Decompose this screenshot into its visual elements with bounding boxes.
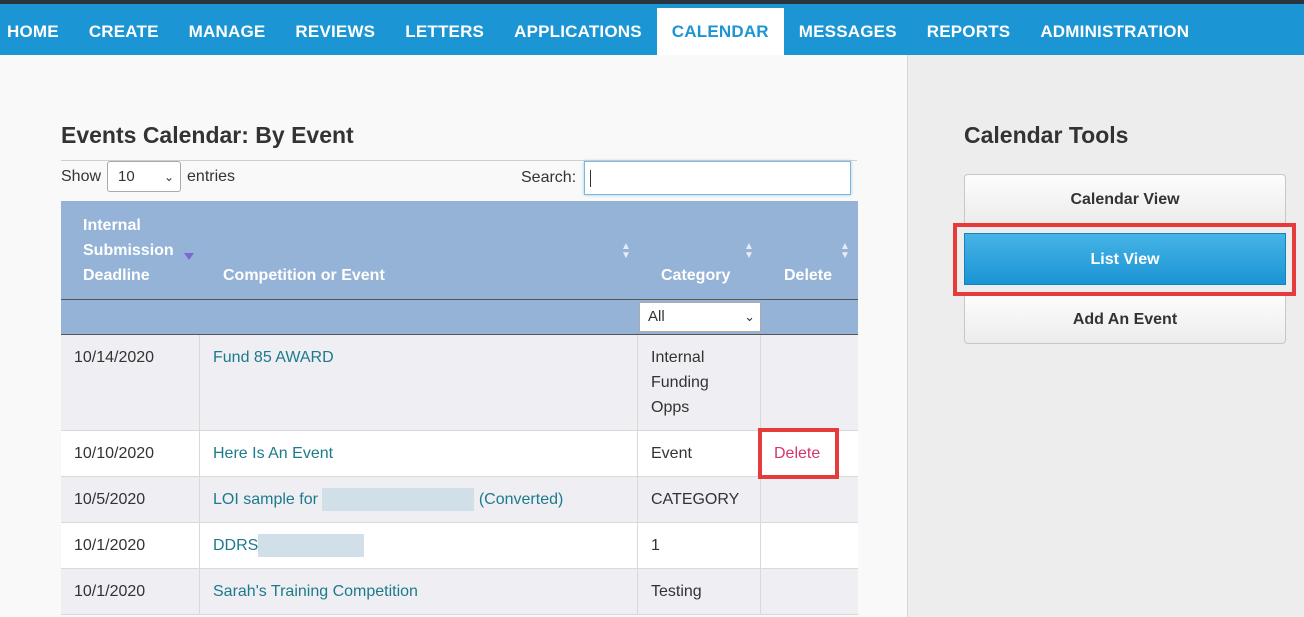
cell-event: Here Is An Event	[200, 431, 638, 476]
entries-label: entries	[187, 167, 236, 185]
nav-create[interactable]: CREATE	[74, 8, 174, 59]
nav-manage[interactable]: MANAGE	[174, 8, 281, 59]
entries-length-control: Show 10 ⌄ entries	[61, 161, 235, 192]
cell-event: Sarah's Training Competition	[200, 569, 638, 614]
redacted-text	[258, 534, 365, 558]
header-category[interactable]: Category	[661, 263, 730, 288]
table-row: 10/5/2020 LOI sample for (Converted) CAT…	[61, 477, 858, 523]
event-link[interactable]: Here Is An Event	[213, 445, 333, 462]
search-input[interactable]	[584, 161, 852, 195]
sort-both-icon: ▲ ▼	[840, 241, 850, 261]
redacted-text	[322, 488, 475, 512]
nav-applications[interactable]: APPLICATIONS	[499, 8, 657, 59]
events-table: Internal Submission Deadline Competition…	[61, 201, 858, 615]
sort-both-icon: ▲ ▼	[621, 241, 631, 261]
cell-delete	[761, 569, 858, 614]
text-caret	[590, 170, 592, 187]
nav-reviews[interactable]: REVIEWS	[280, 8, 390, 59]
event-link[interactable]: Sarah's Training Competition	[213, 583, 418, 600]
highlight-box-delete	[758, 428, 839, 479]
entries-length-select[interactable]: 10 ⌄	[107, 161, 182, 192]
header-delete[interactable]: Delete	[784, 263, 832, 288]
cell-date: 10/5/2020	[61, 477, 200, 522]
header-deadline-line-1: Internal	[83, 217, 141, 234]
event-link-text: DDRS	[213, 537, 259, 554]
cell-delete	[761, 335, 858, 430]
cell-category: Testing	[638, 569, 761, 614]
event-link[interactable]: LOI sample for (Converted)	[213, 488, 564, 512]
cell-category: Event	[638, 431, 761, 476]
table-row: 10/14/2020 Fund 85 AWARD Internal Fundin…	[61, 335, 858, 431]
show-label: Show	[61, 167, 102, 185]
nav-home[interactable]: HOME	[0, 8, 74, 59]
cell-category: 1	[638, 523, 761, 568]
sort-descending-icon	[184, 253, 194, 260]
header-event[interactable]: Competition or Event	[223, 263, 385, 288]
cell-event: DDRS	[200, 523, 638, 568]
sort-both-icon: ▲ ▼	[744, 241, 754, 261]
event-link-text: LOI sample for	[213, 491, 318, 508]
table-row: 10/10/2020 Here Is An Event Event Delete	[61, 431, 858, 477]
nav-reports[interactable]: REPORTS	[912, 8, 1026, 59]
sidebar-title: Calendar Tools	[964, 122, 1129, 148]
cell-date: 10/10/2020	[61, 431, 200, 476]
cell-date: 10/1/2020	[61, 523, 200, 568]
cell-delete	[761, 523, 858, 568]
cell-category: CATEGORY	[638, 477, 761, 522]
table-row: 10/1/2020 Sarah's Training Competition T…	[61, 569, 858, 615]
cell-category: Internal Funding Opps	[638, 335, 761, 430]
cell-date: 10/1/2020	[61, 569, 200, 614]
nav-messages[interactable]: MESSAGES	[784, 8, 912, 59]
calendar-view-button[interactable]: Calendar View	[964, 174, 1286, 224]
top-navigation-bar: HOME CREATE MANAGE REVIEWS LETTERS APPLI…	[0, 0, 1304, 59]
header-deadline[interactable]: Internal Submission Deadline	[83, 213, 174, 288]
cell-event: Fund 85 AWARD	[200, 335, 638, 430]
nav-letters[interactable]: LETTERS	[390, 8, 499, 59]
header-deadline-line-2: Submission	[83, 242, 174, 259]
chevron-down-icon: ⌄	[744, 309, 755, 324]
event-link[interactable]: Fund 85 AWARD	[213, 349, 334, 366]
category-filter-value: All	[648, 308, 665, 325]
main-nav: HOME CREATE MANAGE REVIEWS LETTERS APPLI…	[0, 8, 1204, 59]
event-link-suffix: (Converted)	[478, 491, 564, 508]
cell-delete	[761, 477, 858, 522]
table-header: Internal Submission Deadline Competition…	[61, 201, 858, 300]
cell-event: LOI sample for (Converted)	[200, 477, 638, 522]
event-link[interactable]: DDRS	[213, 534, 365, 558]
entries-length-value: 10	[118, 168, 135, 185]
cell-date: 10/14/2020	[61, 335, 200, 430]
category-filter-select[interactable]: All ⌄	[639, 302, 761, 332]
highlight-box-list-view	[953, 223, 1296, 296]
nav-administration[interactable]: ADMINISTRATION	[1025, 8, 1204, 59]
nav-calendar[interactable]: CALENDAR	[656, 8, 784, 59]
header-deadline-line-3: Deadline	[83, 267, 150, 284]
search-control: Search:	[521, 161, 852, 195]
page-title: Events Calendar: By Event	[61, 122, 354, 148]
add-event-button[interactable]: Add An Event	[964, 294, 1286, 344]
search-label: Search:	[521, 169, 577, 186]
table-row: 10/1/2020 DDRS 1	[61, 523, 858, 569]
filter-row: All ⌄	[61, 300, 858, 335]
chevron-down-icon: ⌄	[163, 170, 175, 184]
